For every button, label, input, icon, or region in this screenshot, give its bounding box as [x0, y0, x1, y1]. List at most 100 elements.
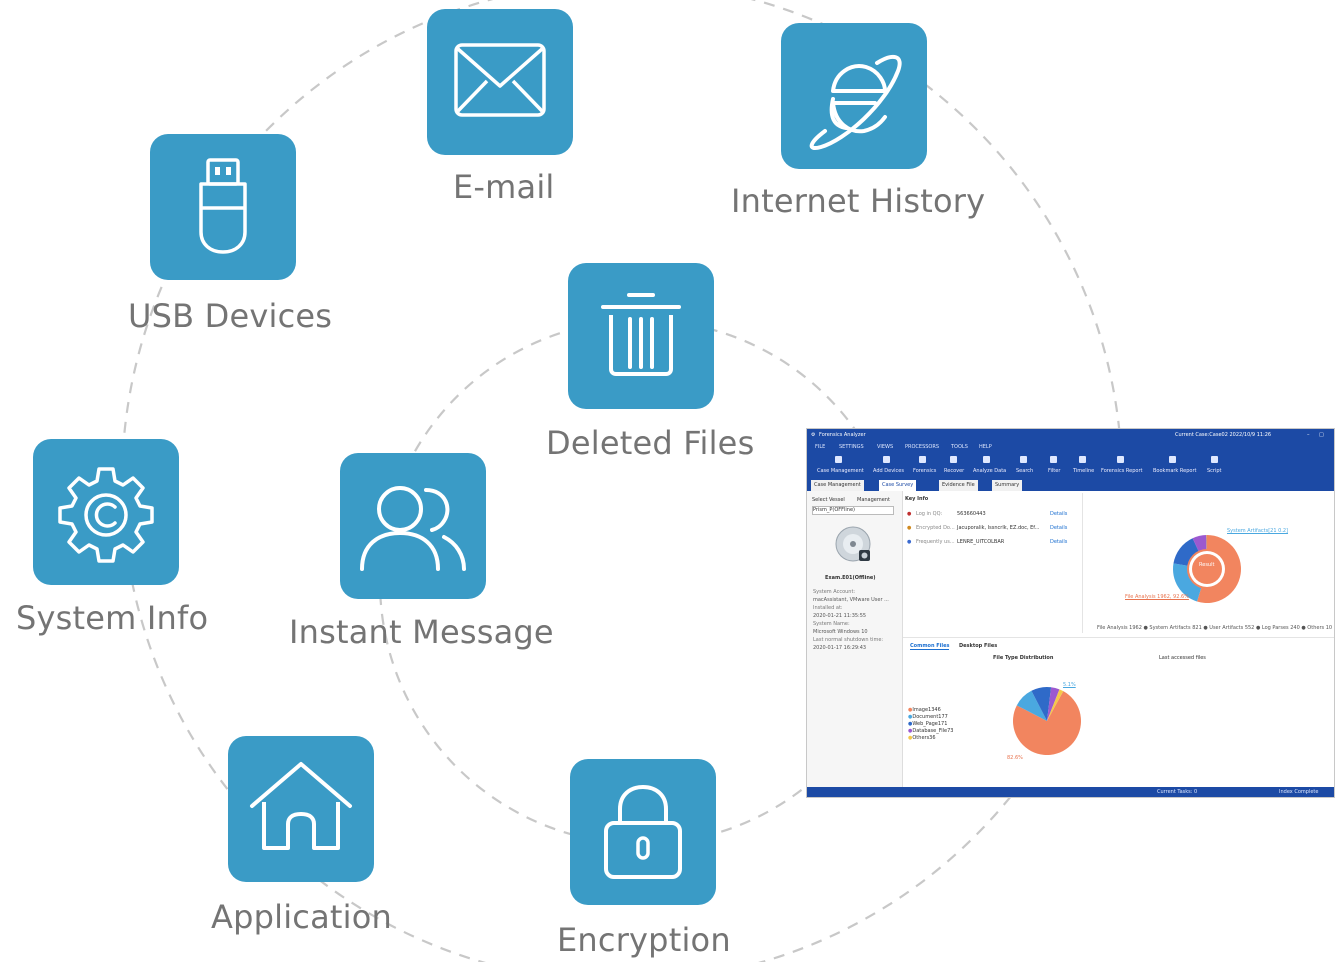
- tool-filter[interactable]: Filter: [1048, 468, 1060, 474]
- tab-common-files[interactable]: Common Files: [910, 643, 950, 650]
- row-icon-1: ●: [907, 511, 912, 517]
- info-line-4: 2020-01-21 11:35:55: [813, 613, 867, 619]
- key-info-value-3: LENRE_UITCOLBAR: [957, 539, 1005, 545]
- forensics-icon: [919, 456, 926, 463]
- donut-callout-bottom: File Analysis 1962, 92.6%: [1125, 594, 1189, 600]
- app-title: Forensics Analyzer: [819, 432, 866, 438]
- tab-case-management[interactable]: Case Management: [811, 480, 864, 491]
- donut-inner-disc: [1192, 554, 1222, 584]
- tool-timeline[interactable]: Timeline: [1073, 468, 1094, 474]
- maximize-icon[interactable]: □: [1319, 432, 1324, 438]
- usb-drive-icon: [199, 158, 247, 254]
- menu-processors[interactable]: PROCESSORS: [905, 444, 939, 450]
- system-info-tile[interactable]: [33, 439, 179, 585]
- info-line-7: Last normal shutdown time:: [813, 637, 884, 643]
- tool-forensics[interactable]: Forensics: [913, 468, 936, 474]
- tool-analyze-data[interactable]: Analyze Data: [973, 468, 1006, 474]
- tool-recover[interactable]: Recover: [944, 468, 964, 474]
- instant-message-tile[interactable]: [340, 453, 486, 599]
- tool-bookmark-report[interactable]: Bookmark Report: [1153, 468, 1197, 474]
- home-icon: [250, 762, 352, 850]
- pie-callout-big: 82.6%: [1007, 755, 1023, 761]
- tab-desktop-files[interactable]: Desktop Files: [959, 643, 997, 649]
- pie-legend-3: ●Web_Page171: [908, 721, 948, 727]
- key-info-link-2[interactable]: Details: [1050, 525, 1067, 531]
- email-tile[interactable]: [427, 9, 573, 155]
- key-info-link-1[interactable]: Details: [1050, 511, 1067, 517]
- app-status-bar: Current Tasks: 0 Index Complete: [807, 787, 1334, 797]
- app-menu-bar: FILE SETTINGS VIEWS PROCESSORS TOOLS HEL…: [807, 442, 1334, 452]
- hard-disk-icon: [835, 526, 871, 562]
- pie-callout-small: 5.1%: [1063, 682, 1076, 688]
- key-info-label-1: Log in QQ:: [916, 511, 943, 517]
- gear-icon: [58, 467, 154, 563]
- encryption-tile[interactable]: [570, 759, 716, 905]
- deleted-files-tile[interactable]: [568, 263, 714, 409]
- minimize-icon[interactable]: –: [1307, 432, 1310, 438]
- tool-forensics-report[interactable]: Forensics Report: [1101, 468, 1142, 474]
- info-line-3: Installed at:: [813, 605, 843, 611]
- pie-legend-1: ●Image1346: [908, 707, 941, 713]
- menu-settings[interactable]: SETTINGS: [839, 444, 864, 450]
- key-info-heading: Key Info: [905, 496, 929, 502]
- tool-case-management[interactable]: Case Management: [817, 468, 864, 474]
- tab-evidence-file[interactable]: Evidence File: [939, 480, 978, 491]
- instant-message-label: Instant Message: [289, 613, 554, 651]
- info-line-2: macAssistant, VMware User ...: [813, 597, 889, 603]
- system-info-label: System Info: [16, 599, 209, 637]
- search-icon: [1020, 456, 1027, 463]
- row-icon-2: ●: [907, 525, 912, 531]
- tab-summary[interactable]: Summary: [992, 480, 1023, 491]
- app-screenshot: ⚙ Forensics Analyzer Current Case:Case02…: [806, 428, 1335, 798]
- management-label[interactable]: Management: [857, 497, 890, 503]
- menu-file[interactable]: FILE: [815, 444, 825, 450]
- application-label: Application: [211, 898, 392, 936]
- internet-history-label: Internet History: [731, 182, 986, 220]
- info-line-8: 2020-01-17 16:29:43: [813, 645, 867, 651]
- pie-legend-4: ●Database_File73: [908, 728, 954, 734]
- case-management-icon: [835, 456, 842, 463]
- vessel-dropdown[interactable]: Prism_P(OFFline): [812, 506, 894, 515]
- tool-add-devices[interactable]: Add Devices: [873, 468, 904, 474]
- disk-label: Exam.E01(Offline): [825, 575, 876, 581]
- forensics-report-icon: [1117, 456, 1124, 463]
- pie-legend-text-5: Others36: [912, 735, 936, 741]
- tool-script[interactable]: Script: [1207, 468, 1222, 474]
- section-divider: [903, 637, 1334, 638]
- timeline-icon: [1079, 456, 1086, 463]
- usb-devices-label: USB Devices: [128, 297, 333, 335]
- padlock-icon: [604, 784, 682, 879]
- select-vessel-label[interactable]: Select Vessel: [812, 497, 845, 503]
- filter-icon: [1050, 456, 1057, 463]
- info-line-6: Microsoft Windows 10: [813, 629, 868, 635]
- last-accessed-title: Last accessed files: [1159, 655, 1206, 661]
- usb-devices-tile[interactable]: [150, 134, 296, 280]
- status-state: Index Complete: [1279, 789, 1319, 795]
- encryption-label: Encryption: [557, 921, 731, 959]
- pie-legend-5: ●Others36: [908, 735, 936, 741]
- application-tile[interactable]: [228, 736, 374, 882]
- info-line-1: System Account:: [813, 589, 856, 595]
- key-info-label-3: Frequently us...: [916, 539, 955, 545]
- pie-legend-text-2: Document177: [912, 714, 948, 720]
- menu-help[interactable]: HELP: [979, 444, 992, 450]
- tab-case-survey[interactable]: Case Survey: [879, 480, 917, 491]
- menu-tools[interactable]: TOOLS: [951, 444, 968, 450]
- internet-explorer-icon: [809, 54, 902, 150]
- pie-legend-text-3: Web_Page171: [912, 721, 948, 727]
- add-devices-icon: [883, 456, 890, 463]
- app-logo-icon: ⚙: [811, 432, 816, 438]
- bookmark-report-icon: [1169, 456, 1176, 463]
- internet-history-tile[interactable]: [781, 23, 927, 169]
- menu-views[interactable]: VIEWS: [877, 444, 893, 450]
- tool-search[interactable]: Search: [1016, 468, 1033, 474]
- app-tab-bar: Case Management Case Survey Evidence Fil…: [807, 479, 1334, 491]
- recover-icon: [950, 456, 957, 463]
- key-info-value-2: Jacuporalik, Issncrlk, EZ.doc, Ef...: [957, 525, 1040, 531]
- pie-legend-text-1: Image1346: [912, 707, 941, 713]
- status-tasks: Current Tasks: 0: [1157, 789, 1198, 795]
- panel-divider: [1082, 493, 1083, 633]
- pie-title: File Type Distribution: [993, 655, 1054, 661]
- file-type-pie-chart: [1013, 687, 1081, 755]
- key-info-link-3[interactable]: Details: [1050, 539, 1067, 545]
